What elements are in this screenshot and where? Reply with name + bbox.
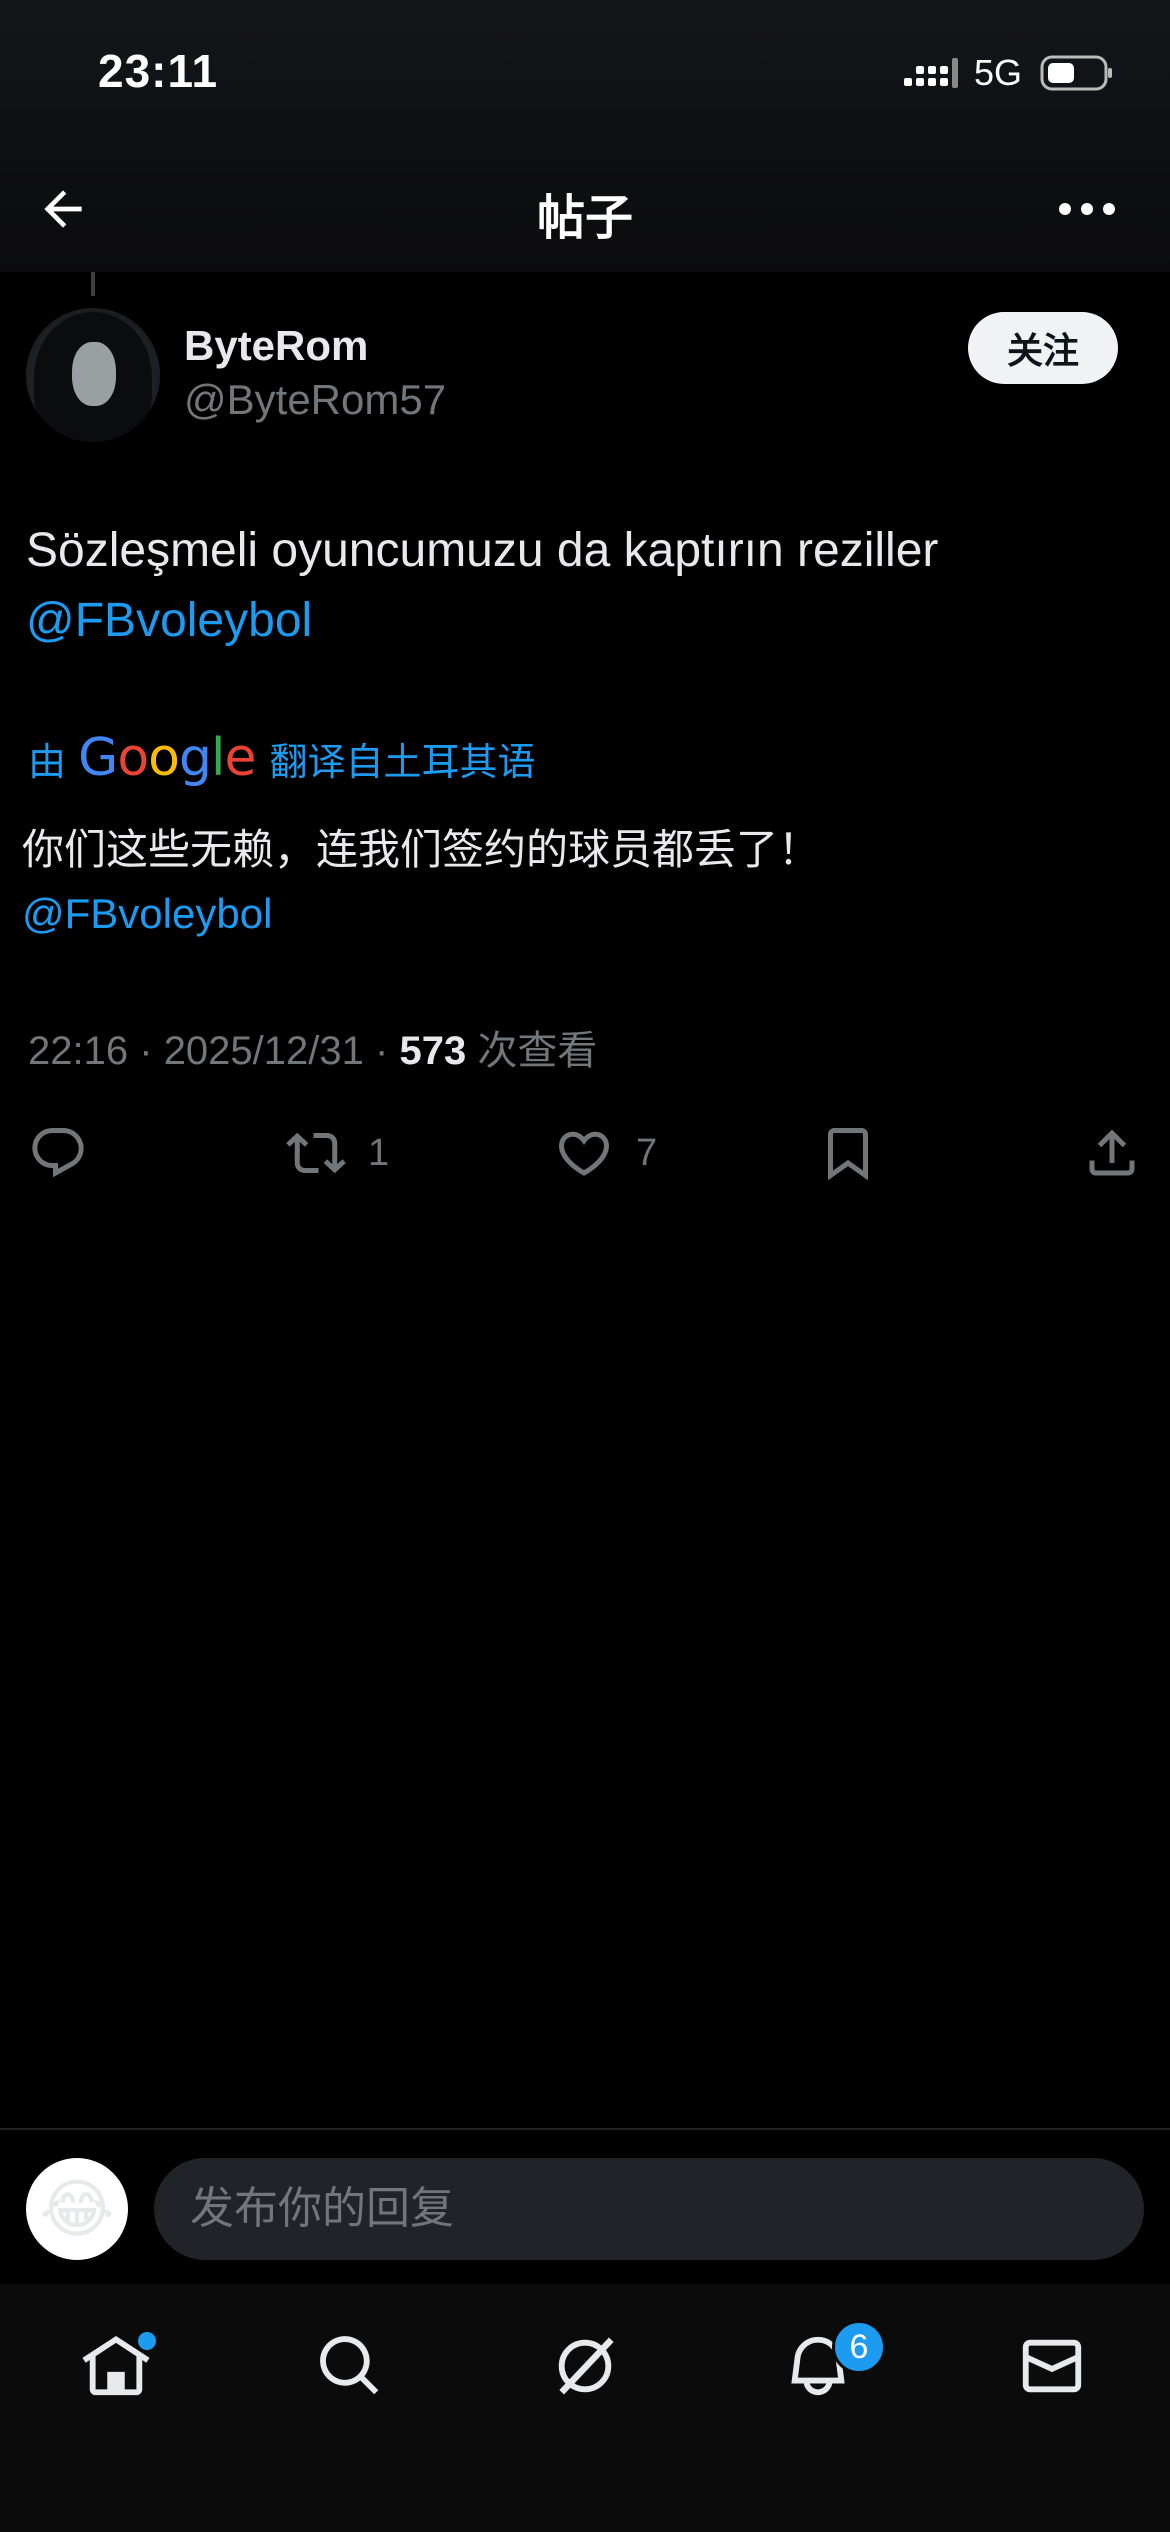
- more-button[interactable]: [1052, 174, 1122, 244]
- meta-separator: ·: [375, 1029, 389, 1073]
- nav-grok[interactable]: [537, 2318, 633, 2414]
- author-name[interactable]: ByteRom: [184, 322, 368, 370]
- share-icon: [1089, 1129, 1135, 1176]
- more-icon: [1059, 203, 1115, 215]
- bottom-nav: 6: [0, 2284, 1170, 2532]
- notification-badge: 6: [832, 2320, 886, 2374]
- reply-input[interactable]: [154, 2158, 1144, 2260]
- thread-line: [91, 272, 95, 296]
- post-text: Sözleşmeli oyuncumuzu da kaptırın rezill…: [26, 516, 1146, 656]
- post-date: 2025/12/31: [163, 1029, 364, 1073]
- nav-notifications[interactable]: 6: [770, 2318, 886, 2414]
- avatar[interactable]: [26, 308, 160, 442]
- nav-home[interactable]: [68, 2318, 164, 2414]
- reply-icon: [32, 1128, 84, 1178]
- messages-icon: [1022, 2339, 1082, 2393]
- meta-separator: ·: [139, 1029, 153, 1073]
- views-count[interactable]: 573: [399, 1029, 466, 1073]
- network-label: 5G: [974, 52, 1023, 93]
- top-bar: 23:11 5G 帖子: [0, 0, 1170, 272]
- post-mention[interactable]: @FBvoleybol: [26, 586, 1146, 656]
- retweet-icon: [286, 1132, 346, 1174]
- header: 帖子: [0, 150, 1170, 272]
- retweet-count: 1: [368, 1131, 390, 1174]
- bookmark-button[interactable]: [818, 1118, 878, 1188]
- action-bar: 1 7: [0, 1118, 1170, 1188]
- post-meta: 22:16 · 2025/12/31 · 573 次查看: [28, 1018, 597, 1076]
- like-count: 7: [636, 1131, 658, 1174]
- google-logo: Google: [78, 728, 256, 788]
- nav-search[interactable]: [302, 2318, 398, 2414]
- search-icon: [320, 2336, 379, 2395]
- translated-text: 你们这些无赖，连我们签约的球员都丢了！ @FBvoleybol: [22, 818, 1142, 946]
- page-title: 帖子: [536, 192, 633, 245]
- author-handle[interactable]: @ByteRom57: [184, 376, 446, 424]
- battery-icon: [1040, 55, 1112, 91]
- avatar-face: [72, 342, 116, 406]
- grok-icon: [558, 2337, 614, 2395]
- translated-mention[interactable]: @FBvoleybol: [22, 882, 1142, 946]
- share-button[interactable]: [1082, 1118, 1142, 1188]
- like-button[interactable]: 7: [554, 1118, 657, 1188]
- reply-button[interactable]: [28, 1118, 88, 1188]
- nav-messages[interactable]: [1004, 2318, 1100, 2414]
- like-icon: [558, 1131, 610, 1176]
- user-avatar[interactable]: 😂: [26, 2158, 128, 2260]
- signal-icon: [904, 58, 958, 88]
- status-time: 23:11: [98, 45, 219, 97]
- status-bar: 23:11 5G: [0, 0, 1170, 150]
- bookmark-icon: [828, 1128, 868, 1181]
- home-unread-dot: [138, 2332, 156, 2350]
- post-body: Sözleşmeli oyuncumuzu da kaptırın rezill…: [26, 524, 939, 577]
- translated-body: 你们这些无赖，连我们签约的球员都丢了！: [22, 826, 821, 873]
- reply-composer: 😂: [0, 2128, 1170, 2284]
- views-label: 次查看: [477, 1029, 598, 1073]
- post-time: 22:16: [28, 1029, 129, 1073]
- translation-label: 翻译自土耳其语: [269, 741, 536, 784]
- translation-prefix: 由: [28, 741, 67, 784]
- retweet-button[interactable]: 1: [286, 1118, 389, 1188]
- follow-button[interactable]: 关注: [968, 312, 1118, 384]
- translation-attribution[interactable]: 由 Google 翻译自土耳其语: [28, 728, 535, 788]
